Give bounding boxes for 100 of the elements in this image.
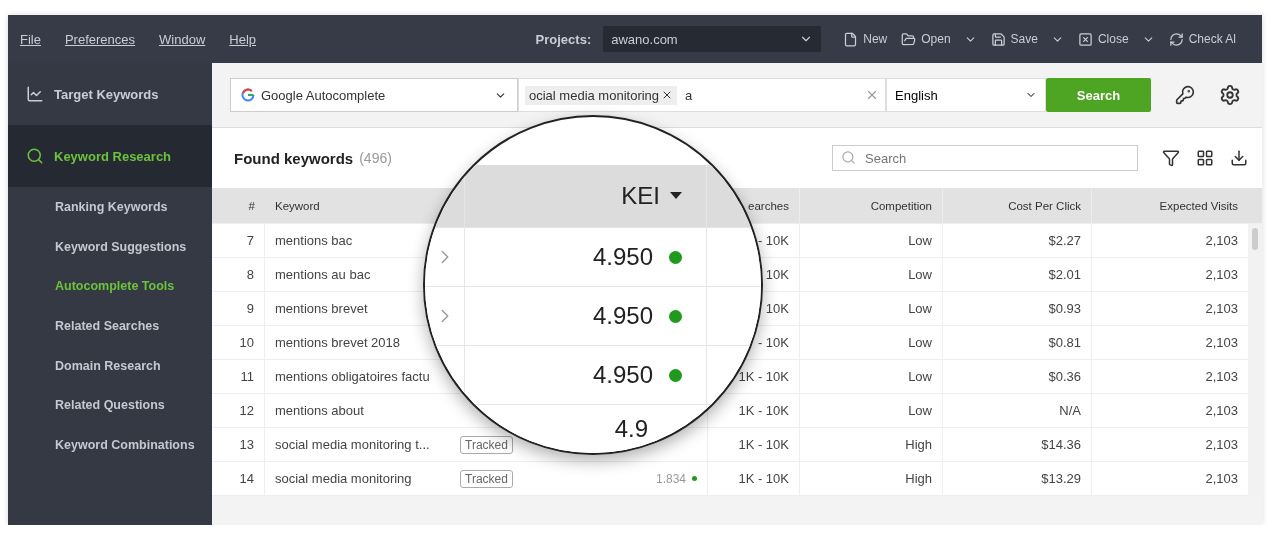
results-title: Found keywords <box>234 149 354 167</box>
menu-item[interactable]: Help <box>229 31 257 47</box>
google-logo-icon <box>241 88 255 102</box>
column-header[interactable]: Keyword <box>275 199 320 212</box>
status-dot-icon <box>669 368 682 382</box>
column-header[interactable]: earches <box>748 199 789 212</box>
toolbar-button[interactable]: Check Al <box>1168 31 1236 47</box>
kei-cell: 4.950 <box>592 302 653 330</box>
toolbar-button[interactable]: Open <box>901 31 977 47</box>
menu-item[interactable]: Window <box>159 31 206 47</box>
competition-cell: High <box>905 437 932 452</box>
competition-cell: Low <box>908 301 932 316</box>
kei-cell: 4.950 <box>592 243 653 271</box>
sidebar-subitem[interactable]: Domain Research <box>8 345 212 386</box>
status-dot-icon <box>669 250 682 264</box>
searches-cell: 1K - 10K <box>738 369 789 384</box>
key-icon[interactable] <box>1175 85 1195 105</box>
keyword-cell: social media monitoring t... <box>275 437 430 452</box>
competition-cell: Low <box>908 267 932 282</box>
keyword-cell: mentions obligatoires factu <box>275 369 430 384</box>
toolbar-button[interactable]: New <box>843 31 888 47</box>
filter-icon[interactable] <box>1162 149 1180 167</box>
cost-cell: $0.81 <box>1048 335 1081 350</box>
cost-cell: N/A <box>1059 403 1081 418</box>
download-icon[interactable] <box>1230 149 1248 167</box>
search-icon <box>841 150 856 165</box>
sidebar-subitem[interactable]: Keyword Suggestions <box>8 226 212 267</box>
save-icon <box>990 31 1006 47</box>
kei-cell: 4.9 <box>614 415 648 443</box>
competition-cell: Low <box>908 403 932 418</box>
cost-cell: $13.29 <box>1041 471 1081 486</box>
column-header[interactable]: Cost Per Click <box>1008 199 1081 212</box>
row-number: 8 <box>246 267 254 282</box>
sidebar-subitem[interactable]: Related Searches <box>8 306 212 346</box>
status-dot-icon <box>669 309 682 323</box>
menu-item[interactable]: File <box>20 31 41 47</box>
settings-icon[interactable] <box>1219 84 1241 106</box>
searches-cell: 1K - 10K <box>738 471 789 486</box>
sidebar-subitem[interactable]: Ranking Keywords <box>8 187 212 227</box>
keyword-cell: mentions au bac <box>275 267 371 282</box>
keyword-cell: social media monitoring <box>275 471 412 486</box>
column-header[interactable]: Expected Visits <box>1159 199 1238 212</box>
sidebar-subitem[interactable]: Related Questions <box>8 385 212 426</box>
language-dropdown[interactable]: English <box>886 78 1046 112</box>
grid-icon[interactable] <box>1196 149 1214 167</box>
status-dot-icon <box>692 476 697 481</box>
kei-cell: 4.950 <box>592 361 653 389</box>
competition-cell: High <box>905 471 932 486</box>
row-number: 10 <box>239 335 254 350</box>
tracked-tag: Tracked <box>460 469 513 488</box>
visits-cell: 2,103 <box>1205 301 1238 316</box>
column-header[interactable]: # <box>248 199 255 212</box>
sidebar-subitem[interactable]: Autocomplete Tools <box>8 266 212 307</box>
sidebar-subitem[interactable]: Keyword Combinations <box>8 425 212 465</box>
searches-cell: - 10K <box>757 335 789 350</box>
source-dropdown[interactable]: Google Autocomplete <box>230 78 518 112</box>
keyword-cell: mentions bac <box>275 233 353 248</box>
row-number: 11 <box>240 369 254 384</box>
menu-item[interactable]: Preferences <box>64 31 136 47</box>
row-number: 12 <box>239 403 254 418</box>
results-count: (496) <box>359 150 392 166</box>
keyword-input-field[interactable]: ocial media monitoring a <box>518 78 886 112</box>
searches-cell: 1K - 10K <box>738 437 789 452</box>
row-number: 13 <box>239 437 254 452</box>
cost-cell: $2.01 <box>1048 267 1081 282</box>
cost-cell: $0.36 <box>1048 369 1081 384</box>
sort-caret-icon <box>670 192 682 200</box>
searches-cell: 10K <box>765 267 789 282</box>
visits-cell: 2,103 <box>1205 471 1238 486</box>
clear-icon[interactable] <box>865 88 879 102</box>
sidebar-item[interactable]: Keyword Research <box>8 125 212 187</box>
visits-cell: 2,103 <box>1205 335 1238 350</box>
toolbar-button[interactable]: Close <box>1077 31 1155 47</box>
searches-cell: - 10K <box>757 233 789 248</box>
project-dropdown[interactable]: awano.com <box>603 26 822 52</box>
keyword-chip[interactable]: ocial media monitoring <box>525 85 678 105</box>
searches-cell: 10K <box>765 301 789 316</box>
searches-cell: 1K - 10K <box>738 403 789 418</box>
close-icon <box>1077 31 1093 47</box>
toolbar-button[interactable]: Save <box>990 31 1064 47</box>
sidebar-item[interactable]: Target Keywords <box>8 63 212 125</box>
projects-label: Projects: <box>535 31 592 47</box>
keyword-cell: mentions brevet <box>275 301 368 316</box>
search-icon <box>26 147 44 165</box>
competition-cell: Low <box>908 233 932 248</box>
keyword-cell: mentions brevet 2018 <box>275 335 401 350</box>
competition-cell: Low <box>908 335 932 350</box>
row-number: 9 <box>246 301 254 316</box>
keyword-cell: mentions about <box>275 403 364 418</box>
row-number: 14 <box>239 471 254 486</box>
chart-icon <box>26 85 44 103</box>
visits-cell: 2,103 <box>1205 267 1238 282</box>
competition-cell: Low <box>908 369 932 384</box>
column-header[interactable]: Competition <box>870 199 932 212</box>
cost-cell: $0.93 <box>1048 301 1081 316</box>
visits-cell: 2,103 <box>1205 233 1238 248</box>
cost-cell: $14.36 <box>1041 437 1081 452</box>
filter-search-field[interactable]: Search <box>832 145 1138 171</box>
row-number: 7 <box>246 233 254 248</box>
visits-cell: 2,103 <box>1205 437 1238 452</box>
